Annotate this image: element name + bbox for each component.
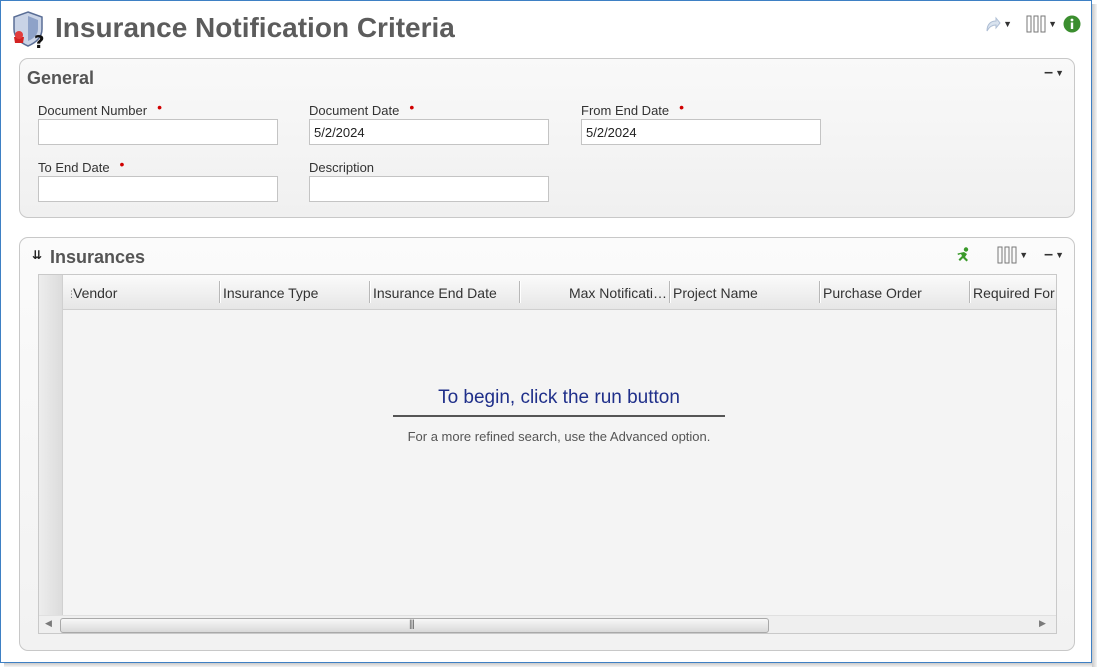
insurances-panel-title: Insurances [50, 247, 146, 267]
to-end-date-field: To End Date • [38, 156, 278, 202]
info-icon [1063, 15, 1081, 33]
columns-icon [997, 246, 1017, 264]
share-arrow-icon [986, 16, 1001, 32]
chevron-down-icon: ▼ [1055, 68, 1064, 78]
insurances-grid: ⋮ Vendor Insurance Type Insurance End Da… [38, 274, 1057, 634]
chevron-down-icon: ▼ [1019, 250, 1029, 260]
column-resize-handle[interactable] [969, 281, 971, 303]
column-resize-handle[interactable] [669, 281, 671, 303]
grid-row-selector-strip [39, 275, 63, 615]
document-number-label: Document Number [38, 102, 148, 118]
scroll-left-icon[interactable]: ◀ [45, 618, 52, 629]
required-marker: • [679, 99, 685, 115]
page-title: Insurance Notification Criteria [55, 12, 455, 43]
share-menu-button[interactable]: ▼ [983, 15, 1012, 33]
description-input[interactable] [309, 176, 549, 202]
empty-state-subtitle: For a more refined search, use the Advan… [407, 429, 711, 444]
horizontal-scrollbar[interactable]: ◀ ||| ▶ [39, 615, 1056, 633]
document-date-input[interactable] [309, 119, 549, 145]
svg-text:?: ? [34, 32, 44, 49]
column-resize-handle[interactable] [519, 281, 521, 303]
column-header-insurance-end-date[interactable]: Insurance End Date [373, 275, 519, 310]
insurances-column-chooser-button[interactable]: ▼ [997, 246, 1028, 264]
column-header-max-notifications[interactable]: Max Notificati… [523, 275, 669, 310]
minimize-icon: – [1044, 64, 1054, 81]
grip-icon: ||| [409, 619, 415, 630]
required-marker: • [157, 99, 163, 115]
chevron-down-icon: ▼ [1003, 19, 1013, 29]
general-panel: General – ▼ Document Number • Document D… [19, 58, 1075, 218]
insurances-panel-tools: ▼ – ▼ [955, 246, 1064, 264]
from-end-date-label: From End Date [581, 102, 670, 118]
document-number-input[interactable] [38, 119, 278, 145]
document-number-field: Document Number • [38, 99, 278, 145]
insurances-panel: ⇊ Insurances ▼ – ▼ ⋮ Vendor Insurance Ty… [19, 237, 1075, 651]
header-toolbar: ▼ ▼ [983, 15, 1081, 33]
from-end-date-input[interactable] [581, 119, 821, 145]
required-marker: • [119, 156, 125, 172]
from-end-date-field: From End Date • [581, 99, 821, 145]
window-shadow-right [1092, 4, 1097, 667]
chevron-down-icon: ▼ [1055, 250, 1064, 260]
to-end-date-label: To End Date [38, 159, 110, 175]
to-end-date-input[interactable] [38, 176, 278, 202]
collapse-insurances-button[interactable]: – ▼ [1044, 246, 1064, 263]
required-marker: • [409, 99, 415, 115]
app-header: ? Insurance Notification Criteria ▼ ▼ [1, 1, 1091, 57]
description-field: Description [309, 158, 549, 202]
column-resize-handle[interactable] [369, 281, 371, 303]
grid-header: ⋮ Vendor Insurance Type Insurance End Da… [63, 275, 1056, 310]
column-header-project-name[interactable]: Project Name [673, 275, 819, 310]
run-button[interactable] [955, 246, 973, 264]
insurance-shield-icon: ? [9, 9, 49, 53]
window-shadow [4, 663, 1096, 667]
empty-state: To begin, click the run button For a mor… [393, 387, 725, 444]
document-date-field: Document Date • [309, 99, 549, 145]
scroll-right-icon[interactable]: ▶ [1039, 618, 1046, 629]
general-panel-tools: – ▼ [1044, 64, 1064, 81]
column-chooser-button[interactable]: ▼ [1026, 15, 1057, 33]
general-panel-title: General [27, 68, 95, 88]
column-header-vendor[interactable]: Vendor [73, 275, 219, 310]
column-resize-handle[interactable] [219, 281, 221, 303]
column-resize-handle[interactable] [819, 281, 821, 303]
info-button[interactable] [1063, 15, 1081, 33]
chevron-down-icon: ▼ [1048, 19, 1057, 29]
app-window: ? Insurance Notification Criteria ▼ ▼ Ge… [0, 0, 1092, 663]
scrollbar-thumb[interactable]: ||| [60, 618, 769, 633]
collapse-general-button[interactable]: – ▼ [1044, 64, 1064, 81]
column-header-insurance-type[interactable]: Insurance Type [223, 275, 369, 310]
description-label: Description [309, 159, 375, 175]
column-header-purchase-order[interactable]: Purchase Order [823, 275, 969, 310]
document-date-label: Document Date [309, 102, 400, 118]
columns-icon [1026, 15, 1046, 33]
double-chevron-down-icon[interactable]: ⇊ [32, 248, 42, 262]
empty-state-title: To begin, click the run button [393, 387, 725, 417]
minimize-icon: – [1044, 246, 1054, 263]
column-header-required-for[interactable]: Required For [973, 275, 1056, 310]
run-icon [957, 247, 969, 262]
